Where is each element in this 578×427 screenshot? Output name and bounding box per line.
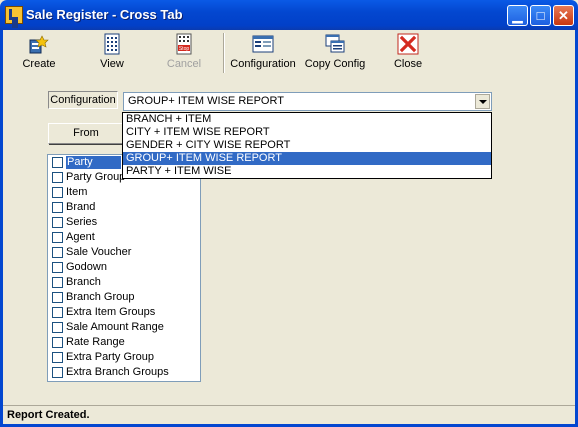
create-label: Create bbox=[22, 58, 56, 70]
title-bar: Sale Register - Cross Tab ▁ □ ✕ bbox=[0, 0, 578, 30]
list-item-label: Branch bbox=[66, 276, 101, 288]
list-item-label: Extra Item Groups bbox=[66, 306, 156, 318]
window-title: Sale Register - Cross Tab bbox=[26, 7, 183, 22]
list-item[interactable]: Brand bbox=[49, 200, 200, 215]
list-item[interactable]: Series bbox=[49, 215, 200, 230]
window-close-button[interactable]: ✕ bbox=[553, 5, 574, 26]
list-item-label: Extra Branch Groups bbox=[66, 366, 169, 378]
checkbox[interactable] bbox=[52, 232, 63, 243]
list-item[interactable]: Branch Group bbox=[49, 290, 200, 305]
list-item-label: Rate Range bbox=[66, 336, 125, 348]
checkbox[interactable] bbox=[52, 187, 63, 198]
list-item[interactable]: Extra Branch Groups bbox=[49, 365, 200, 380]
list-item-label: Agent bbox=[66, 231, 95, 243]
status-bar: Report Created. bbox=[3, 405, 575, 424]
toolbar-separator bbox=[223, 33, 225, 73]
cancel-button[interactable]: Stop Cancel bbox=[165, 33, 203, 73]
configuration-field-label: Configuration bbox=[48, 91, 118, 109]
stop-icon: Stop bbox=[176, 33, 192, 55]
list-item[interactable]: Sale Voucher bbox=[49, 245, 200, 260]
list-item[interactable]: Godown bbox=[49, 260, 200, 275]
dropdown-option[interactable]: GENDER + CITY WISE REPORT bbox=[123, 139, 491, 152]
configuration-button[interactable]: Configuration bbox=[229, 33, 297, 73]
checkbox[interactable] bbox=[52, 262, 63, 273]
create-icon bbox=[29, 35, 49, 54]
list-item[interactable]: Rate Range bbox=[49, 335, 200, 350]
close-x-icon: ✕ bbox=[558, 8, 569, 23]
list-item[interactable]: Agent bbox=[49, 230, 200, 245]
close-label: Close bbox=[393, 58, 423, 70]
list-item[interactable]: Extra Party Group bbox=[49, 350, 200, 365]
copy-config-icon bbox=[325, 34, 345, 53]
status-text: Report Created. bbox=[7, 409, 90, 421]
list-item-label: Sale Amount Range bbox=[66, 321, 164, 333]
copy-config-label: Copy Config bbox=[304, 58, 366, 70]
list-item-label: Series bbox=[66, 216, 98, 228]
close-icon bbox=[397, 33, 419, 55]
list-item[interactable]: Branch bbox=[49, 275, 200, 290]
create-button[interactable]: Create bbox=[20, 33, 58, 73]
list-item-label: Party Group bbox=[66, 171, 126, 183]
view-button[interactable]: View bbox=[96, 33, 128, 73]
view-label: View bbox=[100, 58, 124, 70]
configuration-selected-value: GROUP+ ITEM WISE REPORT bbox=[128, 95, 284, 107]
chevron-down-icon[interactable] bbox=[475, 94, 490, 109]
checkbox[interactable] bbox=[52, 337, 63, 348]
maximize-icon: □ bbox=[536, 8, 545, 23]
checkbox[interactable] bbox=[52, 277, 63, 288]
checkbox[interactable] bbox=[52, 367, 63, 378]
field-checklist: Party Party Group Item Brand Series Agen… bbox=[47, 154, 201, 382]
list-item[interactable]: Sale Amount Range bbox=[49, 320, 200, 335]
checkbox[interactable] bbox=[52, 247, 63, 258]
checkbox[interactable] bbox=[52, 157, 63, 168]
close-button[interactable]: Close bbox=[390, 33, 426, 73]
list-item-label: Godown bbox=[66, 261, 107, 273]
checkbox[interactable] bbox=[52, 352, 63, 363]
configuration-icon bbox=[252, 35, 274, 53]
dropdown-option-selected[interactable]: GROUP+ ITEM WISE REPORT bbox=[123, 152, 491, 165]
list-item-label: Brand bbox=[66, 201, 96, 213]
configuration-select[interactable]: GROUP+ ITEM WISE REPORT bbox=[123, 92, 492, 111]
configuration-label: Configuration bbox=[230, 58, 296, 70]
list-item-label: Item bbox=[66, 186, 88, 198]
view-icon bbox=[104, 33, 120, 55]
configuration-dropdown-list: BRANCH + ITEM CITY + ITEM WISE REPORT GE… bbox=[122, 112, 492, 179]
list-item-label: Branch Group bbox=[66, 291, 135, 303]
list-item-label: Party bbox=[66, 156, 121, 169]
maximize-button[interactable]: □ bbox=[530, 5, 551, 26]
minimize-icon: ▁ bbox=[512, 8, 523, 23]
list-item[interactable]: Extra Item Groups bbox=[49, 305, 200, 320]
copy-config-button[interactable]: Copy Config bbox=[304, 33, 366, 73]
dropdown-option[interactable]: CITY + ITEM WISE REPORT bbox=[123, 126, 491, 139]
checkbox[interactable] bbox=[52, 292, 63, 303]
minimize-button[interactable]: ▁ bbox=[507, 5, 528, 26]
list-item-label: Extra Party Group bbox=[66, 351, 155, 363]
dropdown-option[interactable]: PARTY + ITEM WISE bbox=[123, 165, 491, 178]
list-item[interactable]: Item bbox=[49, 185, 200, 200]
checkbox[interactable] bbox=[52, 172, 63, 183]
dropdown-option[interactable]: BRANCH + ITEM bbox=[123, 113, 491, 126]
app-icon bbox=[5, 6, 23, 24]
svg-text:Stop: Stop bbox=[179, 46, 190, 52]
checkbox[interactable] bbox=[52, 307, 63, 318]
checkbox[interactable] bbox=[52, 217, 63, 228]
cancel-label: Cancel bbox=[166, 58, 202, 70]
list-item-label: Sale Voucher bbox=[66, 246, 132, 258]
from-button[interactable]: From bbox=[48, 123, 124, 144]
checkbox[interactable] bbox=[52, 202, 63, 213]
checkbox[interactable] bbox=[52, 322, 63, 333]
